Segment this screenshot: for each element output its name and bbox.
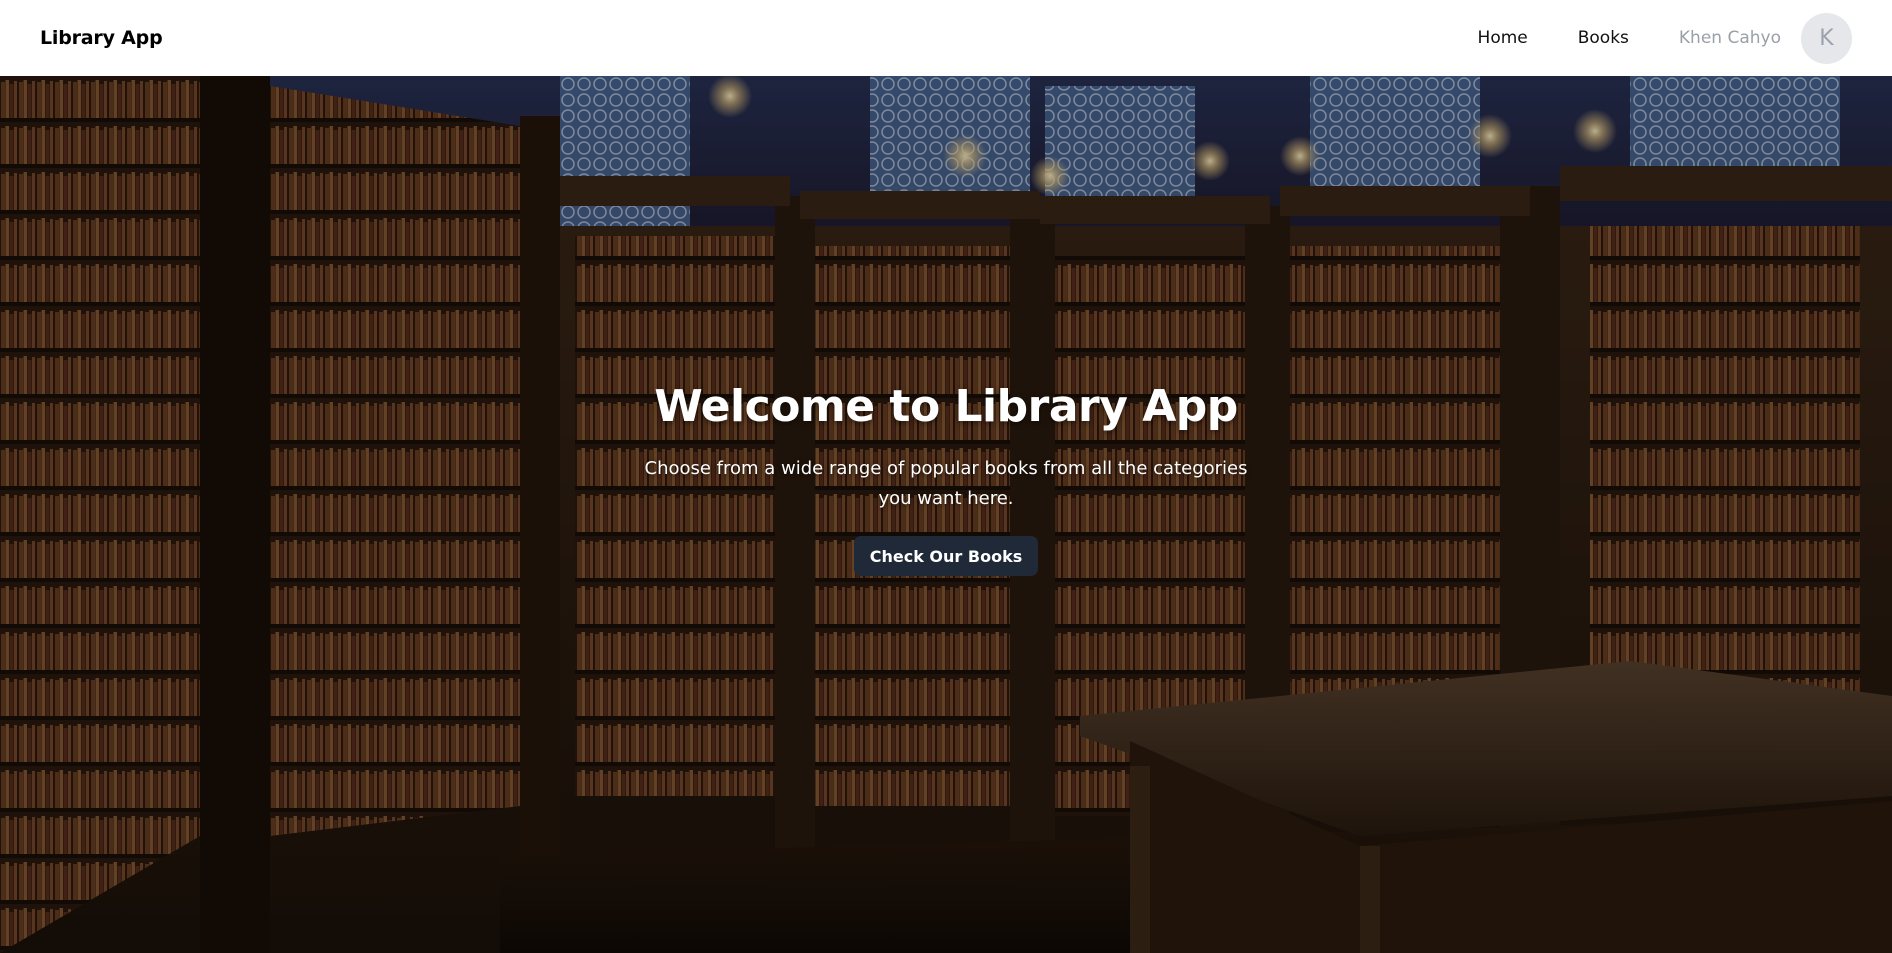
brand-logo[interactable]: Library App (40, 27, 163, 49)
check-books-button[interactable]: Check Our Books (853, 536, 1039, 576)
avatar[interactable]: K (1801, 12, 1852, 64)
hero-title: Welcome to Library App (654, 381, 1238, 432)
hero-section: Welcome to Library App Choose from a wid… (0, 76, 1892, 953)
user-name: Khen Cahyo (1678, 28, 1781, 48)
nav-link-books[interactable]: Books (1578, 28, 1629, 48)
hero-subtitle: Choose from a wide range of popular book… (644, 458, 1248, 509)
hero-content: Welcome to Library App Choose from a wid… (0, 76, 1892, 953)
nav-menu: Home Books Khen Cahyo K (1428, 12, 1852, 64)
navbar: Library App Home Books Khen Cahyo K (0, 0, 1892, 76)
nav-link-home[interactable]: Home (1478, 28, 1528, 48)
